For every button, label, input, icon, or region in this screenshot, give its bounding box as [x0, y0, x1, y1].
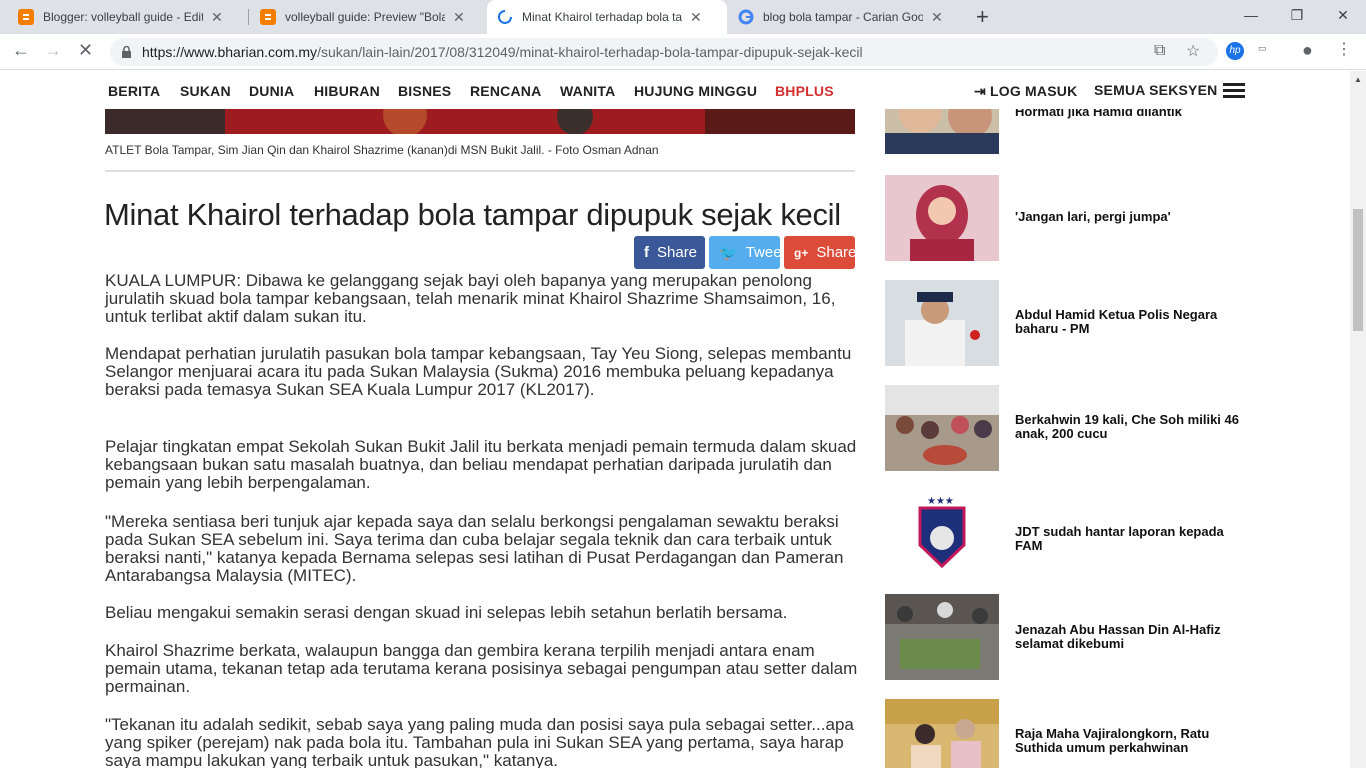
nav-hujung-minggu[interactable]: HUJUNG MINGGU	[634, 83, 757, 99]
new-tab-icon[interactable]: +	[976, 4, 989, 30]
bookmark-star-icon[interactable]: ☆	[1186, 41, 1200, 61]
nav-rencana[interactable]: RENCANA	[470, 83, 541, 99]
news-thumbnail	[885, 699, 999, 768]
sidebar-news-title: Abdul Hamid Ketua Polis Negara baharu - …	[1015, 307, 1218, 336]
sidebar-news-title: JDT sudah hantar laporan kepada FAM	[1015, 524, 1224, 553]
close-window-icon[interactable]: ✕	[1320, 0, 1366, 30]
browser-tab-2[interactable]: volleyball guide: Preview "Bola Ta ✕	[250, 0, 486, 34]
photo-caption: ATLET Bola Tampar, Sim Jian Qin dan Khai…	[105, 143, 659, 157]
article-photo	[105, 107, 855, 134]
sidebar-news-title: Berkahwin 19 kali, Che Soh miliki 46 ana…	[1015, 412, 1239, 441]
twitter-tweet-button[interactable]: 🐦 Tweet	[709, 236, 786, 269]
stop-icon[interactable]: ✕	[78, 40, 93, 61]
close-icon[interactable]: ✕	[931, 9, 943, 26]
scroll-up-icon[interactable]: ▲	[1354, 75, 1362, 84]
back-icon[interactable]: ←	[12, 40, 30, 61]
maximize-icon[interactable]: ❐	[1274, 0, 1320, 30]
login-icon: ⇥	[974, 83, 986, 99]
blogger-icon	[18, 9, 34, 25]
sidebar-news-item[interactable]: 'Jangan lari, pergi jumpa'	[885, 175, 1245, 261]
browser-tab-3-active[interactable]: Minat Khairol terhadap bola tamp ✕	[487, 0, 727, 34]
nav-berita[interactable]: BERITA	[108, 83, 160, 99]
nav-wanita[interactable]: WANITA	[560, 83, 615, 99]
nav-dunia[interactable]: DUNIA	[249, 83, 294, 99]
browser-tab-1[interactable]: Blogger: volleyball guide - Edit p ✕	[8, 0, 246, 34]
browser-toolbar: ← → ✕ https://www.bharian.com.my/sukan/l…	[0, 34, 1366, 70]
scrollbar-thumb[interactable]	[1353, 209, 1363, 331]
extension-icon[interactable]: ▭	[1258, 43, 1267, 54]
blogger-icon	[260, 9, 276, 25]
profile-icon[interactable]: ●	[1302, 40, 1313, 61]
google-icon	[738, 9, 754, 25]
facebook-share-button[interactable]: f Share	[634, 236, 705, 269]
twitter-icon: 🐦	[719, 244, 738, 262]
menu-icon[interactable]: ⋮	[1336, 39, 1352, 59]
facebook-icon: f	[644, 244, 649, 261]
tab-title: Minat Khairol terhadap bola tamp	[522, 10, 682, 24]
news-thumbnail	[885, 280, 999, 366]
tab-title: Blogger: volleyball guide - Edit p	[43, 10, 203, 24]
close-icon[interactable]: ✕	[211, 9, 223, 26]
article-paragraph: Beliau mengakui semakin serasi dengan sk…	[105, 603, 788, 622]
web-page: BERITA SUKAN DUNIA HIBURAN BISNES RENCAN…	[0, 71, 1350, 768]
lock-icon	[122, 46, 131, 58]
tab-strip: Blogger: volleyball guide - Edit p ✕ vol…	[0, 0, 1366, 34]
sidebar-news-item[interactable]: Berkahwin 19 kali, Che Soh miliki 46 ana…	[885, 385, 1245, 471]
google-plus-icon: g+	[794, 245, 809, 260]
article-paragraph: "Mereka sentiasa beri tunjuk ajar kepada…	[105, 512, 844, 585]
address-bar[interactable]: https://www.bharian.com.my/sukan/lain-la…	[110, 38, 1218, 66]
article-paragraph: KUALA LUMPUR: Dibawa ke gelanggang sejak…	[105, 271, 836, 326]
hp-extension-icon[interactable]: hp	[1226, 42, 1244, 60]
all-sections-link[interactable]: SEMUA SEKSYEN	[1094, 82, 1217, 98]
sidebar-news-item[interactable]: Jenazah Abu Hassan Din Al-Hafiz selamat …	[885, 594, 1245, 680]
page-scrollbar[interactable]: ▲	[1350, 71, 1366, 768]
nav-bisnes[interactable]: BISNES	[398, 83, 451, 99]
divider	[105, 170, 855, 172]
news-thumbnail	[885, 175, 999, 261]
browser-tab-4[interactable]: blog bola tampar - Carian Googl ✕	[728, 0, 966, 34]
sidebar-news-item[interactable]: Raja Maha Vajiralongkorn, Ratu Suthida u…	[885, 699, 1245, 768]
hamburger-menu-icon[interactable]	[1223, 83, 1245, 101]
sidebar-news-item[interactable]: Abdul Hamid Ketua Polis Negara baharu - …	[885, 280, 1245, 366]
article-paragraph: Pelajar tingkatan empat Sekolah Sukan Bu…	[105, 437, 857, 492]
news-thumbnail	[885, 385, 999, 471]
news-thumbnail	[885, 594, 999, 680]
tab-title: blog bola tampar - Carian Googl	[763, 10, 923, 24]
loading-icon	[497, 9, 513, 25]
close-icon[interactable]: ✕	[453, 9, 465, 26]
minimize-icon[interactable]: —	[1228, 0, 1274, 30]
nav-sukan[interactable]: SUKAN	[180, 83, 231, 99]
news-thumbnail: ★★★	[885, 490, 999, 576]
sidebar-news-title: 'Jangan lari, pergi jumpa'	[1015, 209, 1171, 224]
article-paragraph: "Tekanan itu adalah sedikit, sebab saya …	[105, 715, 854, 768]
article-paragraph: Mendapat perhatian jurulatih pasukan bol…	[105, 344, 852, 399]
translate-icon[interactable]: ⧉	[1154, 42, 1165, 60]
url-text: https://www.bharian.com.my/sukan/lain-la…	[142, 44, 863, 60]
nav-hiburan[interactable]: HIBURAN	[314, 83, 380, 99]
tab-title: volleyball guide: Preview "Bola Ta	[285, 10, 445, 24]
article-paragraph: Khairol Shazrime berkata, walaupun bangg…	[105, 641, 858, 696]
login-link[interactable]: ⇥ LOG MASUK	[974, 83, 1077, 100]
google-plus-share-button[interactable]: g+ Share	[784, 236, 856, 269]
forward-icon[interactable]: →	[44, 40, 62, 61]
sidebar-news-title: Raja Maha Vajiralongkorn, Ratu Suthida u…	[1015, 726, 1210, 755]
svg-text:★★★: ★★★	[927, 496, 954, 507]
sidebar-news-item[interactable]: ★★★ JDT sudah hantar laporan kepada FAM	[885, 490, 1245, 576]
nav-bhplus[interactable]: BHPLUS	[775, 83, 834, 99]
site-navigation: BERITA SUKAN DUNIA HIBURAN BISNES RENCAN…	[0, 71, 1350, 109]
sidebar-news-title: Jenazah Abu Hassan Din Al-Hafiz selamat …	[1015, 622, 1221, 651]
article-headline: Minat Khairol terhadap bola tampar dipup…	[104, 197, 841, 232]
close-icon[interactable]: ✕	[690, 9, 702, 26]
